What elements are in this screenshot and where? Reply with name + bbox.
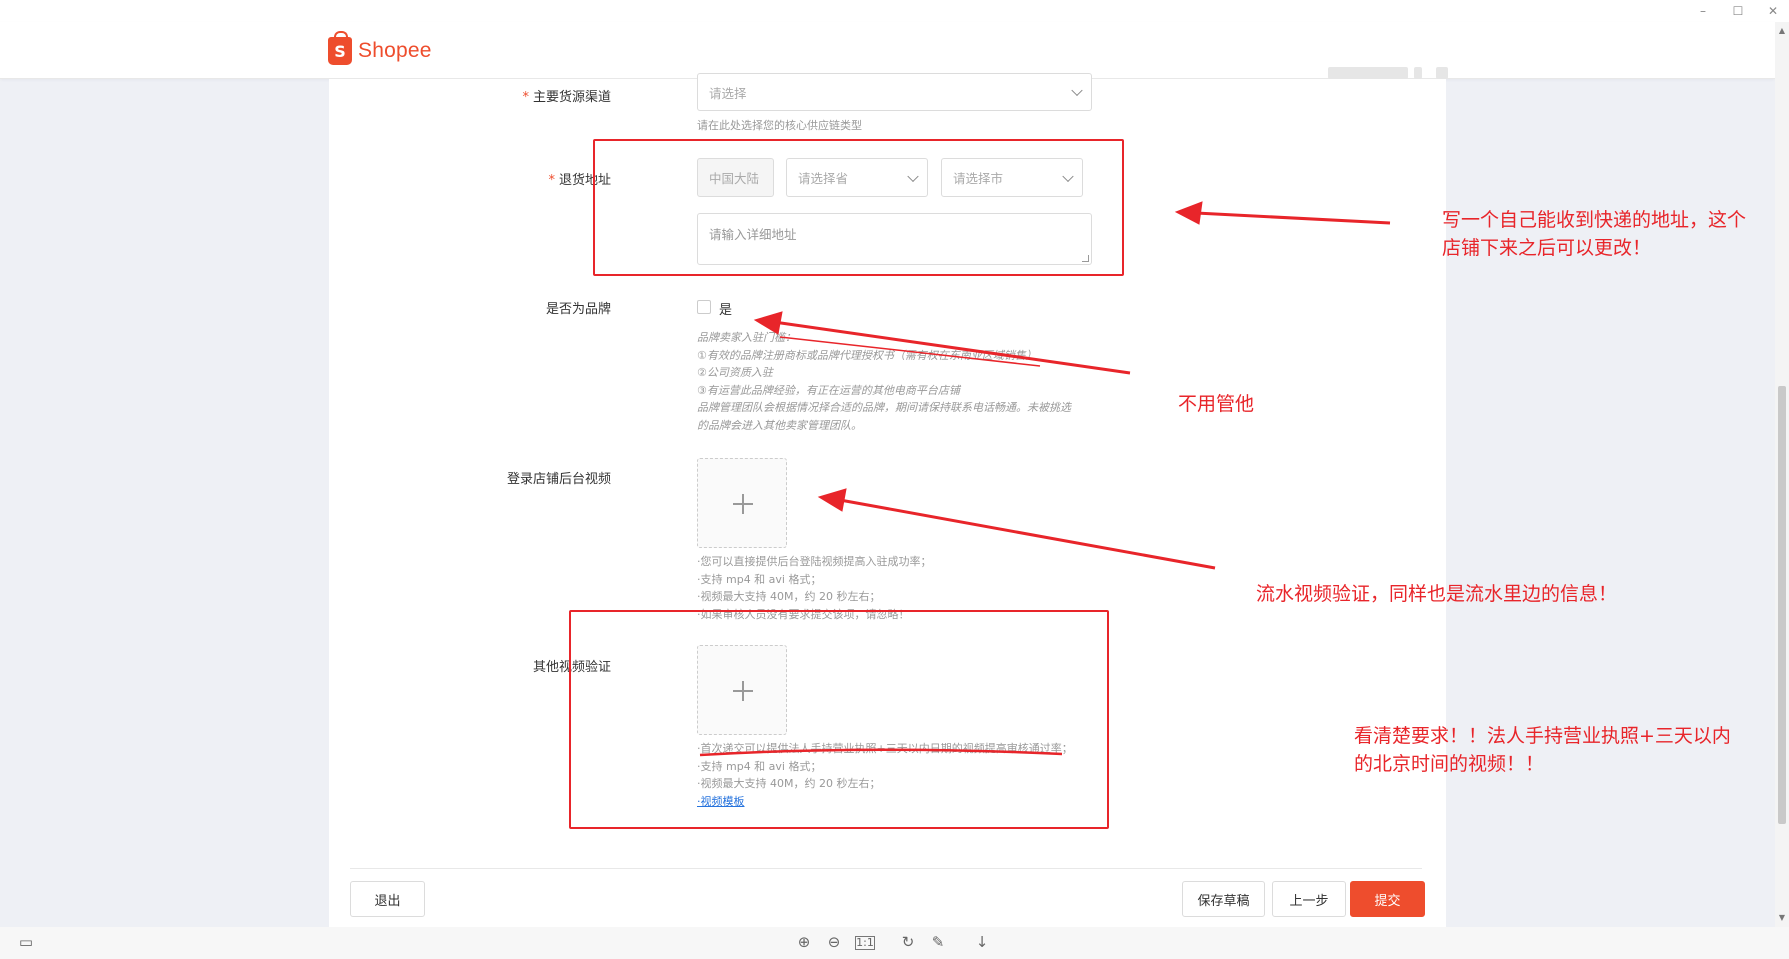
city-placeholder: 请选择市 xyxy=(953,171,1004,186)
video-template-link[interactable]: ·视频模板 xyxy=(697,795,745,808)
other-video-note-line: 看清楚要求！！法人手持营业执照+三天以内 xyxy=(1354,725,1731,747)
is-brand-checkbox[interactable] xyxy=(697,300,711,314)
address-note-line: 写一个自己能收到快递的地址，这个 xyxy=(1442,209,1747,231)
return-address-label-text: 退货地址 xyxy=(558,173,611,188)
other-video-upload[interactable] xyxy=(697,645,787,735)
video-hint-line: ·首次递交可以提供法人手持营业执照+三天以内日期的视频提高审核通过率； xyxy=(697,742,1073,755)
other-video-label: 其他视频验证 xyxy=(421,656,611,675)
country-field: 中国大陆 xyxy=(697,158,774,197)
rotate-icon[interactable]: ↻ xyxy=(898,933,918,951)
detail-address-placeholder: 请输入详细地址 xyxy=(709,227,797,242)
video-note: 流水视频验证，同样也是流水里边的信息！ xyxy=(1256,583,1618,605)
logo-text: Shopee xyxy=(358,39,432,62)
edit-icon[interactable]: ✎ xyxy=(928,933,948,951)
brand-note: 不用管他 xyxy=(1178,393,1255,415)
blurred-account xyxy=(1328,67,1408,79)
supply-channel-placeholder: 请选择 xyxy=(709,85,747,101)
scroll-up-icon[interactable]: ▲ xyxy=(1775,26,1789,35)
video-hint-line: ·视频最大支持 40M，约 20 秒左右； xyxy=(697,590,881,603)
brand-hint-line: 品牌管理团队会根据情况择合适的品牌，期间请保持联系电话畅通。未被挑选 xyxy=(697,401,1071,414)
supply-channel-hint: 请在此处选择您的核心供应链类型 xyxy=(697,119,862,132)
supply-channel-label-text: 主要货源渠道 xyxy=(532,90,611,105)
backend-video-hints: ·您可以直接提供后台登陆视频提高入驻成功率； ·支持 mp4 和 avi 格式；… xyxy=(697,553,1097,623)
form-card: * 主要货源渠道 请选择 请在此处选择您的核心供应链类型 * 退货地址 中国大陆 请… xyxy=(329,73,1446,927)
brand-hint-line: ①有效的品牌注册商标或品牌代理授权书（需有权在东南亚区域销售） xyxy=(697,348,1037,362)
maximize-icon[interactable]: ☐ xyxy=(1727,2,1749,20)
chevron-down-icon xyxy=(1071,84,1083,97)
plus-icon xyxy=(742,681,744,701)
zoom-in-icon[interactable]: ⊕ xyxy=(794,933,814,951)
screen-icon[interactable]: ▭ xyxy=(16,933,36,951)
scroll-thumb[interactable] xyxy=(1778,386,1786,824)
video-hint-line: ·如果审核人员没有要求提交该项，请忽略！ xyxy=(697,607,910,621)
country-value: 中国大陆 xyxy=(709,171,760,186)
blurred-account xyxy=(1436,67,1448,79)
supply-channel-select[interactable]: 请选择 xyxy=(697,73,1092,111)
city-select[interactable]: 请选择市 xyxy=(941,158,1083,197)
other-video-label-text: 其他视频验证 xyxy=(532,660,611,675)
return-address-label: * 退货地址 xyxy=(421,169,611,188)
is-brand-label-text: 是否为品牌 xyxy=(545,302,611,317)
logo-glyph: S xyxy=(334,42,346,61)
other-video-note-line: 的北京时间的视频！！ xyxy=(1354,753,1545,775)
province-placeholder: 请选择省 xyxy=(798,171,849,186)
zoom-out-icon[interactable]: ⊖ xyxy=(824,933,844,951)
exit-button[interactable]: 退出 xyxy=(350,881,425,917)
required-mark: * xyxy=(548,173,555,188)
actual-size-icon[interactable]: 1:1 xyxy=(855,936,875,950)
plus-icon xyxy=(742,494,744,514)
is-brand-option[interactable]: 是 xyxy=(719,299,732,318)
close-icon[interactable]: ✕ xyxy=(1762,2,1784,20)
window-titlebar: – ☐ ✕ xyxy=(0,0,1789,22)
brand-hint-line: 品牌卖家入驻门槛： xyxy=(697,331,796,344)
backend-video-upload[interactable] xyxy=(697,458,787,548)
page-scrollbar[interactable]: ▲ ▼ xyxy=(1775,22,1789,927)
address-note: 写一个自己能收到快递的地址，这个 店铺下来之后可以更改！ xyxy=(1442,206,1746,262)
other-video-hints: ·首次递交可以提供法人手持营业执照+三天以内日期的视频提高审核通过率； ·支持 … xyxy=(697,740,1117,810)
is-brand-label: 是否为品牌 xyxy=(421,298,611,317)
required-mark: * xyxy=(522,90,529,105)
detail-address-textarea[interactable]: 请输入详细地址 xyxy=(697,213,1092,265)
site-header: S Shopee xyxy=(0,22,1775,79)
backend-video-label-text: 登录店铺后台视频 xyxy=(506,472,611,487)
blurred-account xyxy=(1414,67,1422,79)
download-icon[interactable]: ↓ xyxy=(972,933,992,951)
chevron-down-icon xyxy=(907,170,919,182)
shopee-logo[interactable]: S Shopee xyxy=(328,31,432,65)
backend-video-label: 登录店铺后台视频 xyxy=(421,468,611,487)
video-hint-line: ·支持 mp4 和 avi 格式； xyxy=(697,759,822,773)
chevron-down-icon xyxy=(1062,170,1074,182)
other-video-note: 看清楚要求！！法人手持营业执照+三天以内 的北京时间的视频！！ xyxy=(1354,722,1731,778)
footer-divider xyxy=(350,868,1422,869)
brand-hints: 品牌卖家入驻门槛： ①有效的品牌注册商标或品牌代理授权书（需有权在东南亚区域销售… xyxy=(697,329,1097,434)
video-hint-line: ·视频最大支持 40M，约 20 秒左右； xyxy=(697,777,881,790)
province-select[interactable]: 请选择省 xyxy=(786,158,928,197)
supply-channel-label: * 主要货源渠道 xyxy=(421,86,611,105)
prev-step-button[interactable]: 上一步 xyxy=(1272,881,1346,917)
resize-handle-icon[interactable] xyxy=(1082,255,1089,262)
shopping-bag-icon: S xyxy=(328,31,352,65)
video-hint-line: ·支持 mp4 和 avi 格式； xyxy=(697,572,822,586)
brand-hint-line: 的品牌会进入其他卖家管理团队。 xyxy=(697,418,862,432)
video-hint-line: ·您可以直接提供后台登陆视频提高入驻成功率； xyxy=(697,555,932,568)
submit-button[interactable]: 提交 xyxy=(1350,881,1425,917)
address-note-line: 店铺下来之后可以更改！ xyxy=(1442,237,1652,259)
scroll-down-icon[interactable]: ▼ xyxy=(1775,913,1789,922)
brand-hint-line: ③有运营此品牌经验，有正在运营的其他电商平台店铺 xyxy=(697,383,960,397)
brand-hint-line: ②公司资质入驻 xyxy=(697,366,773,379)
save-draft-button[interactable]: 保存草稿 xyxy=(1182,881,1265,917)
viewer-toolbar: ▭ ⊕ ⊖ 1:1 ↻ ✎ ↓ xyxy=(0,927,1789,959)
minimize-icon[interactable]: – xyxy=(1692,2,1714,20)
